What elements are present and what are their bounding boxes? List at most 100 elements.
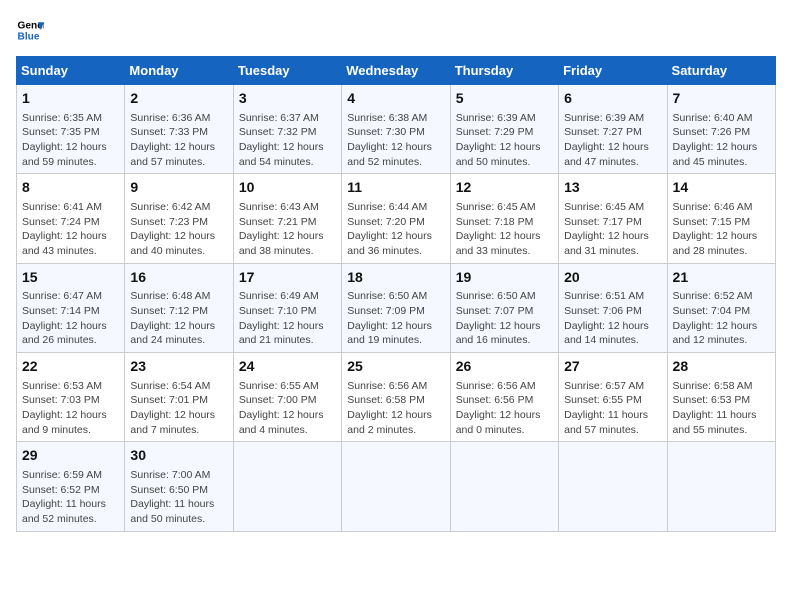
day-detail: Sunrise: 6:45 AMSunset: 7:18 PMDaylight:… (456, 200, 553, 259)
calendar-cell: 12Sunrise: 6:45 AMSunset: 7:18 PMDayligh… (450, 174, 558, 263)
day-number: 14 (673, 178, 770, 198)
weekday-header-sunday: Sunday (17, 57, 125, 85)
calendar-cell: 30Sunrise: 7:00 AMSunset: 6:50 PMDayligh… (125, 442, 233, 531)
calendar-cell: 28Sunrise: 6:58 AMSunset: 6:53 PMDayligh… (667, 353, 775, 442)
calendar-cell: 4Sunrise: 6:38 AMSunset: 7:30 PMDaylight… (342, 85, 450, 174)
day-number: 5 (456, 89, 553, 109)
day-detail: Sunrise: 6:44 AMSunset: 7:20 PMDaylight:… (347, 200, 444, 259)
calendar-cell (450, 442, 558, 531)
calendar-cell: 6Sunrise: 6:39 AMSunset: 7:27 PMDaylight… (559, 85, 667, 174)
calendar-cell: 16Sunrise: 6:48 AMSunset: 7:12 PMDayligh… (125, 263, 233, 352)
weekday-header-monday: Monday (125, 57, 233, 85)
calendar-cell: 21Sunrise: 6:52 AMSunset: 7:04 PMDayligh… (667, 263, 775, 352)
calendar-cell: 24Sunrise: 6:55 AMSunset: 7:00 PMDayligh… (233, 353, 341, 442)
calendar-cell: 29Sunrise: 6:59 AMSunset: 6:52 PMDayligh… (17, 442, 125, 531)
calendar-cell (667, 442, 775, 531)
calendar-cell (559, 442, 667, 531)
calendar-cell: 27Sunrise: 6:57 AMSunset: 6:55 PMDayligh… (559, 353, 667, 442)
logo-icon: General Blue (16, 16, 44, 44)
calendar-week-3: 15Sunrise: 6:47 AMSunset: 7:14 PMDayligh… (17, 263, 776, 352)
day-number: 24 (239, 357, 336, 377)
calendar-cell: 5Sunrise: 6:39 AMSunset: 7:29 PMDaylight… (450, 85, 558, 174)
weekday-header-tuesday: Tuesday (233, 57, 341, 85)
day-detail: Sunrise: 6:56 AMSunset: 6:58 PMDaylight:… (347, 379, 444, 438)
weekday-header-saturday: Saturday (667, 57, 775, 85)
day-detail: Sunrise: 6:57 AMSunset: 6:55 PMDaylight:… (564, 379, 661, 438)
day-detail: Sunrise: 6:59 AMSunset: 6:52 PMDaylight:… (22, 468, 119, 527)
calendar-cell (233, 442, 341, 531)
day-detail: Sunrise: 6:39 AMSunset: 7:27 PMDaylight:… (564, 111, 661, 170)
day-number: 15 (22, 268, 119, 288)
calendar-week-5: 29Sunrise: 6:59 AMSunset: 6:52 PMDayligh… (17, 442, 776, 531)
calendar-table: SundayMondayTuesdayWednesdayThursdayFrid… (16, 56, 776, 532)
calendar-cell: 19Sunrise: 6:50 AMSunset: 7:07 PMDayligh… (450, 263, 558, 352)
day-detail: Sunrise: 6:47 AMSunset: 7:14 PMDaylight:… (22, 289, 119, 348)
day-detail: Sunrise: 6:46 AMSunset: 7:15 PMDaylight:… (673, 200, 770, 259)
calendar-cell: 7Sunrise: 6:40 AMSunset: 7:26 PMDaylight… (667, 85, 775, 174)
calendar-cell: 10Sunrise: 6:43 AMSunset: 7:21 PMDayligh… (233, 174, 341, 263)
day-detail: Sunrise: 7:00 AMSunset: 6:50 PMDaylight:… (130, 468, 227, 527)
day-number: 28 (673, 357, 770, 377)
svg-text:Blue: Blue (18, 31, 40, 42)
calendar-week-4: 22Sunrise: 6:53 AMSunset: 7:03 PMDayligh… (17, 353, 776, 442)
calendar-cell: 9Sunrise: 6:42 AMSunset: 7:23 PMDaylight… (125, 174, 233, 263)
calendar-cell: 20Sunrise: 6:51 AMSunset: 7:06 PMDayligh… (559, 263, 667, 352)
day-number: 11 (347, 178, 444, 198)
calendar-cell: 26Sunrise: 6:56 AMSunset: 6:56 PMDayligh… (450, 353, 558, 442)
calendar-cell: 13Sunrise: 6:45 AMSunset: 7:17 PMDayligh… (559, 174, 667, 263)
day-detail: Sunrise: 6:43 AMSunset: 7:21 PMDaylight:… (239, 200, 336, 259)
day-number: 29 (22, 446, 119, 466)
calendar-week-1: 1Sunrise: 6:35 AMSunset: 7:35 PMDaylight… (17, 85, 776, 174)
day-detail: Sunrise: 6:38 AMSunset: 7:30 PMDaylight:… (347, 111, 444, 170)
day-number: 19 (456, 268, 553, 288)
calendar-cell: 18Sunrise: 6:50 AMSunset: 7:09 PMDayligh… (342, 263, 450, 352)
day-detail: Sunrise: 6:37 AMSunset: 7:32 PMDaylight:… (239, 111, 336, 170)
calendar-cell: 25Sunrise: 6:56 AMSunset: 6:58 PMDayligh… (342, 353, 450, 442)
day-detail: Sunrise: 6:41 AMSunset: 7:24 PMDaylight:… (22, 200, 119, 259)
day-number: 17 (239, 268, 336, 288)
day-number: 25 (347, 357, 444, 377)
weekday-header-wednesday: Wednesday (342, 57, 450, 85)
day-number: 21 (673, 268, 770, 288)
day-number: 20 (564, 268, 661, 288)
calendar-cell: 11Sunrise: 6:44 AMSunset: 7:20 PMDayligh… (342, 174, 450, 263)
day-detail: Sunrise: 6:58 AMSunset: 6:53 PMDaylight:… (673, 379, 770, 438)
calendar-cell: 1Sunrise: 6:35 AMSunset: 7:35 PMDaylight… (17, 85, 125, 174)
day-detail: Sunrise: 6:39 AMSunset: 7:29 PMDaylight:… (456, 111, 553, 170)
calendar-cell: 15Sunrise: 6:47 AMSunset: 7:14 PMDayligh… (17, 263, 125, 352)
day-number: 18 (347, 268, 444, 288)
calendar-cell (342, 442, 450, 531)
calendar-week-2: 8Sunrise: 6:41 AMSunset: 7:24 PMDaylight… (17, 174, 776, 263)
day-detail: Sunrise: 6:55 AMSunset: 7:00 PMDaylight:… (239, 379, 336, 438)
day-number: 3 (239, 89, 336, 109)
day-number: 1 (22, 89, 119, 109)
calendar-cell: 2Sunrise: 6:36 AMSunset: 7:33 PMDaylight… (125, 85, 233, 174)
calendar-cell: 8Sunrise: 6:41 AMSunset: 7:24 PMDaylight… (17, 174, 125, 263)
day-number: 23 (130, 357, 227, 377)
day-detail: Sunrise: 6:45 AMSunset: 7:17 PMDaylight:… (564, 200, 661, 259)
day-detail: Sunrise: 6:49 AMSunset: 7:10 PMDaylight:… (239, 289, 336, 348)
day-detail: Sunrise: 6:40 AMSunset: 7:26 PMDaylight:… (673, 111, 770, 170)
day-number: 10 (239, 178, 336, 198)
day-detail: Sunrise: 6:56 AMSunset: 6:56 PMDaylight:… (456, 379, 553, 438)
calendar-cell: 22Sunrise: 6:53 AMSunset: 7:03 PMDayligh… (17, 353, 125, 442)
day-detail: Sunrise: 6:51 AMSunset: 7:06 PMDaylight:… (564, 289, 661, 348)
day-detail: Sunrise: 6:42 AMSunset: 7:23 PMDaylight:… (130, 200, 227, 259)
day-detail: Sunrise: 6:50 AMSunset: 7:09 PMDaylight:… (347, 289, 444, 348)
day-number: 8 (22, 178, 119, 198)
day-number: 13 (564, 178, 661, 198)
day-number: 2 (130, 89, 227, 109)
day-number: 16 (130, 268, 227, 288)
day-detail: Sunrise: 6:52 AMSunset: 7:04 PMDaylight:… (673, 289, 770, 348)
day-number: 9 (130, 178, 227, 198)
day-number: 12 (456, 178, 553, 198)
day-number: 30 (130, 446, 227, 466)
calendar-cell: 14Sunrise: 6:46 AMSunset: 7:15 PMDayligh… (667, 174, 775, 263)
day-number: 22 (22, 357, 119, 377)
day-detail: Sunrise: 6:50 AMSunset: 7:07 PMDaylight:… (456, 289, 553, 348)
day-number: 7 (673, 89, 770, 109)
logo: General Blue (16, 16, 44, 44)
day-number: 4 (347, 89, 444, 109)
day-detail: Sunrise: 6:54 AMSunset: 7:01 PMDaylight:… (130, 379, 227, 438)
day-number: 6 (564, 89, 661, 109)
